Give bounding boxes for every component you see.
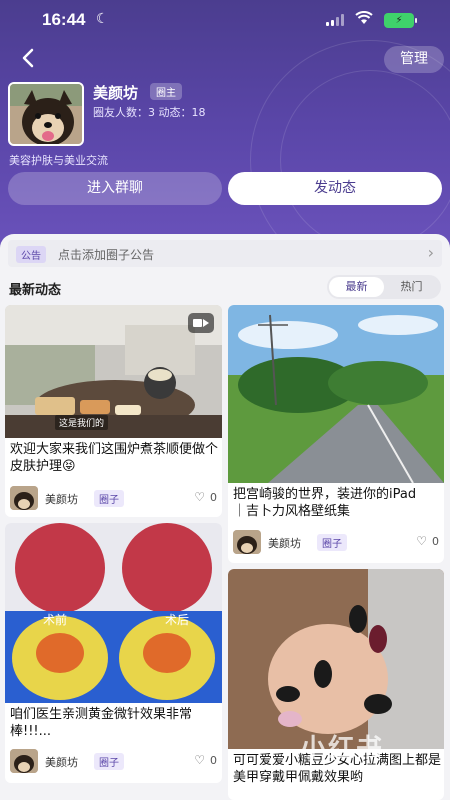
heart-outline-icon[interactable]: ♡ bbox=[416, 534, 427, 548]
author-name: 美颜坊 bbox=[45, 493, 78, 506]
after-label: 术后 bbox=[165, 613, 190, 627]
video-camera-icon bbox=[188, 313, 214, 333]
image-caption: 这是我们的 bbox=[55, 415, 109, 430]
post-title: 欢迎大家来我们这围炉煮茶顺便做个皮肤护理😝 bbox=[10, 442, 219, 474]
signal-icon bbox=[326, 14, 346, 26]
like-count: 0 bbox=[210, 491, 217, 504]
post-meta: 美颜坊 圈子 ♡ 0 bbox=[10, 486, 217, 512]
back-button[interactable] bbox=[18, 46, 42, 74]
battery-icon: ⚡ bbox=[384, 13, 417, 28]
post-meta: 美颜坊 圈子 ♡ 0 bbox=[233, 530, 439, 556]
announcement-bar[interactable]: 公告 点击添加圈子公告 › bbox=[8, 240, 442, 267]
feed-card[interactable]: 可可爱爱小糖豆少女心拉满图上都是美甲穿戴甲佩戴效果哟 bbox=[228, 569, 444, 800]
post-image bbox=[228, 569, 444, 749]
post-title: 把宫崎骏的世界，装进你的iPad｜吉卜力风格壁纸集 bbox=[233, 487, 417, 519]
chevron-right-icon: › bbox=[427, 243, 434, 262]
watermark-text: 小红书 bbox=[300, 734, 385, 764]
like-count: 0 bbox=[210, 754, 217, 767]
author-name: 美颜坊 bbox=[45, 756, 78, 769]
feed-title: 最新动态 bbox=[9, 283, 62, 298]
decorative-ring bbox=[280, 70, 450, 250]
manage-button[interactable]: 管理 bbox=[384, 46, 444, 73]
announcement-tag: 公告 bbox=[16, 246, 46, 263]
feed-card[interactable]: 术前 术后 咱们医生亲测黄金微针效果非常棒!!!... 美颜坊 圈子 ♡ 0 bbox=[5, 523, 222, 783]
sort-latest-tab[interactable]: 最新 bbox=[329, 277, 384, 297]
group-name: 美颜坊 bbox=[93, 84, 139, 102]
wifi-icon bbox=[355, 10, 373, 29]
post-image: 这是我们的 bbox=[5, 305, 222, 438]
post-image: 术前 术后 bbox=[5, 523, 222, 703]
avatar bbox=[10, 486, 38, 510]
post-update-button[interactable]: 发动态 bbox=[228, 172, 442, 205]
group-avatar[interactable] bbox=[8, 82, 84, 146]
heart-outline-icon[interactable]: ♡ bbox=[194, 490, 205, 504]
post-meta: 美颜坊 圈子 ♡ 0 bbox=[10, 749, 217, 775]
heart-outline-icon[interactable]: ♡ bbox=[194, 753, 205, 767]
avatar bbox=[233, 530, 261, 554]
chevron-left-icon bbox=[22, 48, 34, 68]
post-image bbox=[228, 305, 444, 483]
before-label: 术前 bbox=[43, 613, 68, 627]
post-tag: 圈子 bbox=[94, 753, 124, 770]
post-title: 咱们医生亲测黄金微针效果非常棒!!!... bbox=[10, 707, 193, 739]
post-tag: 圈子 bbox=[317, 534, 347, 551]
author-name: 美颜坊 bbox=[268, 537, 301, 550]
sort-hot-tab[interactable]: 热门 bbox=[384, 277, 439, 297]
avatar bbox=[10, 749, 38, 773]
status-time: 16:44 bbox=[42, 10, 86, 29]
feed-card[interactable]: 把宫崎骏的世界，装进你的iPad｜吉卜力风格壁纸集 美颜坊 圈子 ♡ 0 bbox=[228, 305, 444, 563]
join-chat-button[interactable]: 进入群聊 bbox=[8, 172, 222, 205]
status-bar: 16:44 ☾ ⚡ bbox=[0, 0, 450, 42]
feed-card[interactable]: 这是我们的 欢迎大家来我们这围炉煮茶顺便做个皮肤护理😝 美颜坊 圈子 ♡ 0 bbox=[5, 305, 222, 517]
post-tag: 圈子 bbox=[94, 490, 124, 507]
group-stats: 圈友人数：3 动态：18 bbox=[93, 106, 206, 119]
like-count: 0 bbox=[432, 535, 439, 548]
owner-badge: 圈主 bbox=[150, 83, 182, 100]
announcement-text: 点击添加圈子公告 bbox=[58, 248, 155, 262]
sort-toggle: 最新 热门 bbox=[327, 275, 441, 299]
moon-icon: ☾ bbox=[96, 11, 109, 27]
group-description: 美容护肤与美业交流 bbox=[9, 154, 108, 167]
